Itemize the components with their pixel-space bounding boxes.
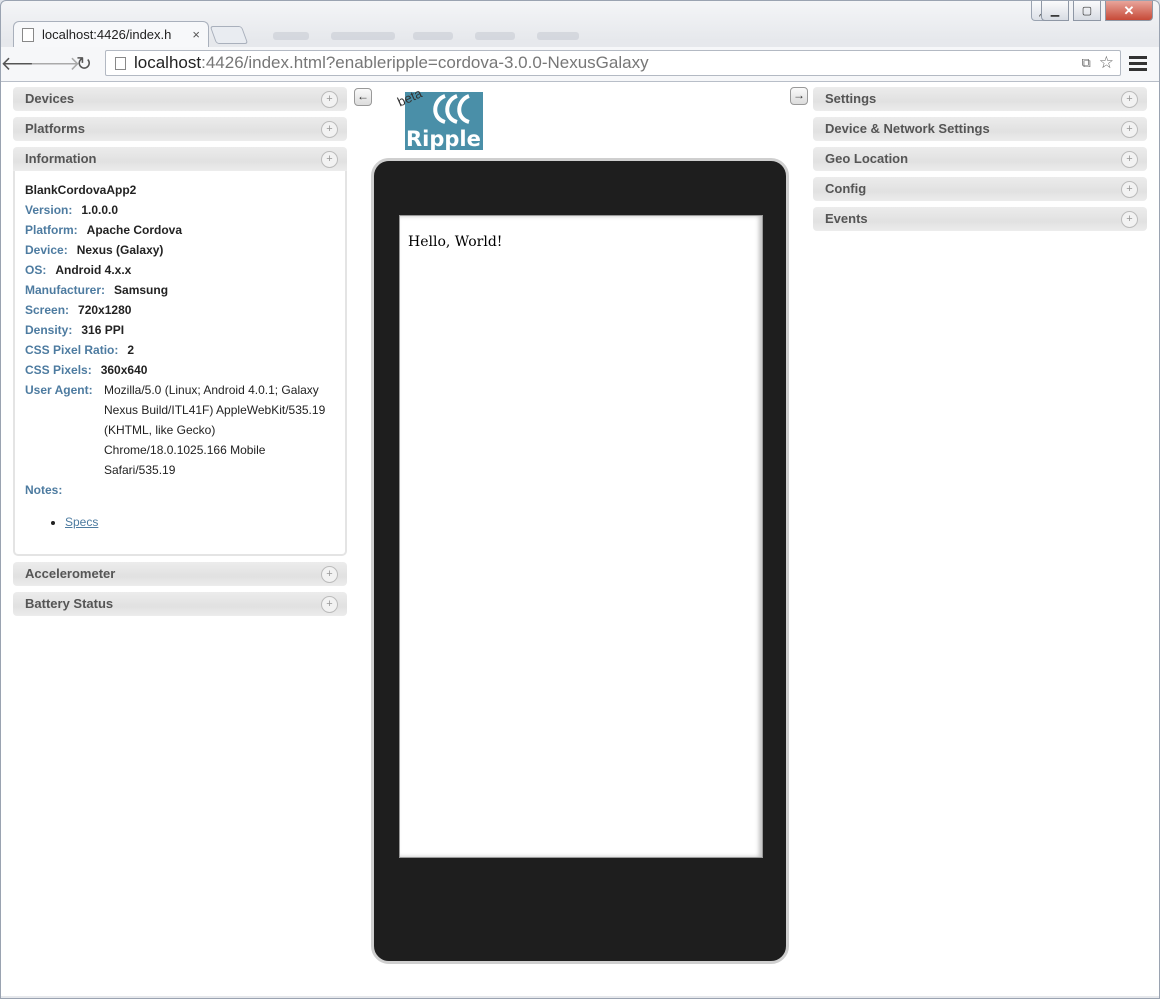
panel-config[interactable]: Config + [813, 177, 1147, 201]
os-value: Android 4.x.x [55, 263, 132, 277]
url-text[interactable]: localhost:4426/index.html?enableripple=c… [134, 53, 649, 73]
url-path: :4426/index.html?enableripple=cordova-3.… [201, 53, 649, 72]
panel-title: Devices [25, 91, 75, 106]
user-agent-label: User Agent: [25, 383, 93, 397]
browser-tab[interactable]: localhost:4426/index.h × [13, 21, 209, 47]
css-pixel-ratio-label: CSS Pixel Ratio: [25, 343, 119, 357]
panel-information[interactable]: Information + [13, 147, 347, 171]
blurred-title-text [413, 32, 453, 40]
translate-icon[interactable]: ⧉ [1081, 53, 1090, 73]
browser-toolbar: 🡐 🡒 ↻ localhost:4426/index.html?enableri… [1, 47, 1159, 82]
plus-icon[interactable]: + [1121, 181, 1138, 198]
device-label: Device: [25, 243, 68, 257]
close-window-button[interactable]: ✕ [1105, 1, 1153, 21]
tab-title: localhost:4426/index.h [42, 27, 172, 42]
reload-button[interactable]: ↻ [73, 53, 95, 75]
platform-label: Platform: [25, 223, 78, 237]
plus-icon[interactable]: + [1121, 91, 1138, 108]
user-agent-value: Mozilla/5.0 (Linux; Android 4.0.1; Galax… [104, 383, 326, 477]
new-tab-button[interactable] [209, 26, 249, 44]
panel-title: Platforms [25, 121, 85, 136]
collapse-left-button[interactable]: ← [354, 88, 372, 106]
panel-events[interactable]: Events + [813, 207, 1147, 231]
version-value: 1.0.0.0 [81, 203, 119, 217]
right-panel-column: Settings + Device & Network Settings + Geo… [813, 87, 1147, 237]
plus-icon[interactable]: + [1121, 211, 1138, 228]
plus-icon[interactable]: + [321, 121, 338, 138]
panel-devices[interactable]: Devices + [13, 87, 347, 111]
plus-icon[interactable]: + [321, 596, 338, 613]
panel-platforms[interactable]: Platforms + [13, 117, 347, 141]
minimize-button[interactable]: ▁ [1041, 1, 1069, 21]
panel-battery-status[interactable]: Battery Status + [13, 592, 347, 616]
blurred-title-text [273, 32, 309, 40]
page-icon [115, 56, 126, 70]
density-label: Density: [25, 323, 73, 337]
tab-close-button[interactable]: × [192, 27, 200, 42]
blurred-title-text [331, 32, 395, 40]
screen-value: 720x1280 [78, 303, 132, 317]
browser-window: ▁ ▢ ✕ localhost:4426/index.h × 🡐 🡒 ↻ loc… [0, 0, 1160, 999]
chrome-menu-button[interactable] [1129, 53, 1147, 73]
page-icon [22, 27, 34, 42]
notes-label: Notes: [25, 483, 63, 497]
css-pixels-label: CSS Pixels: [25, 363, 92, 377]
css-pixel-ratio-value: 2 [127, 343, 135, 357]
version-label: Version: [25, 203, 73, 217]
screen-text: Hello, World! [408, 234, 503, 250]
manufacturer-value: Samsung [114, 283, 169, 297]
information-body: BlankCordovaApp2 Version: 1.0.0.0 Platfor… [13, 171, 347, 556]
panel-title: Settings [825, 91, 877, 106]
manufacturer-label: Manufacturer: [25, 283, 106, 297]
plus-icon[interactable]: + [1121, 151, 1138, 168]
plus-icon[interactable]: + [321, 566, 338, 583]
close-icon: ✕ [1123, 2, 1135, 18]
panel-accelerometer[interactable]: Accelerometer + [13, 562, 347, 586]
phone-screen[interactable]: Hello, World! [399, 215, 763, 858]
plus-icon[interactable]: + [321, 151, 338, 168]
collapse-right-button[interactable]: → [790, 87, 808, 105]
panel-title: Information [25, 151, 97, 166]
os-label: OS: [25, 263, 47, 277]
arrow-right-icon: → [793, 88, 805, 102]
panel-title: Device & Network Settings [825, 121, 990, 136]
maximize-icon: ▢ [1081, 5, 1093, 17]
css-pixels-value: 360x640 [100, 363, 148, 377]
url-host: localhost [134, 53, 202, 72]
list-item: Specs [65, 512, 335, 532]
app-name: BlankCordovaApp2 [25, 183, 137, 197]
reload-icon: ↻ [76, 53, 92, 75]
bookmark-star-icon[interactable]: ☆ [1099, 53, 1114, 73]
plus-icon[interactable]: + [321, 91, 338, 108]
panel-title: Geo Location [825, 151, 909, 166]
panel-device-network-settings[interactable]: Device & Network Settings + [813, 117, 1147, 141]
notes-list: Specs [25, 512, 335, 532]
plus-icon[interactable]: + [1121, 121, 1138, 138]
platform-value: Apache Cordova [86, 223, 183, 237]
panel-settings[interactable]: Settings + [813, 87, 1147, 111]
panel-title: Accelerometer [25, 566, 116, 581]
maximize-button[interactable]: ▢ [1073, 1, 1101, 21]
forward-button[interactable]: 🡒 [30, 53, 81, 75]
density-value: 316 PPI [81, 323, 125, 337]
panel-title: Battery Status [25, 596, 114, 611]
blurred-title-text [475, 32, 515, 40]
panel-geo-location[interactable]: Geo Location + [813, 147, 1147, 171]
window-controls: ▁ ▢ ✕ [1041, 1, 1153, 21]
minimize-icon: ▁ [1050, 5, 1060, 17]
blurred-title-text [537, 32, 579, 40]
panel-title: Events [825, 211, 868, 226]
arrow-left-icon: ← [357, 89, 369, 103]
device-value: Nexus (Galaxy) [76, 243, 164, 257]
left-panel-column: Devices + Platforms + Information + BlankCo… [13, 87, 347, 622]
panel-title: Config [825, 181, 867, 196]
address-bar[interactable]: localhost:4426/index.html?enableripple=c… [105, 50, 1121, 76]
ripple-page: Devices + Platforms + Information + BlankCo… [1, 82, 1159, 996]
logo-text: Ripple [406, 127, 481, 150]
screen-label: Screen: [25, 303, 70, 317]
specs-link[interactable]: Specs [65, 515, 98, 529]
